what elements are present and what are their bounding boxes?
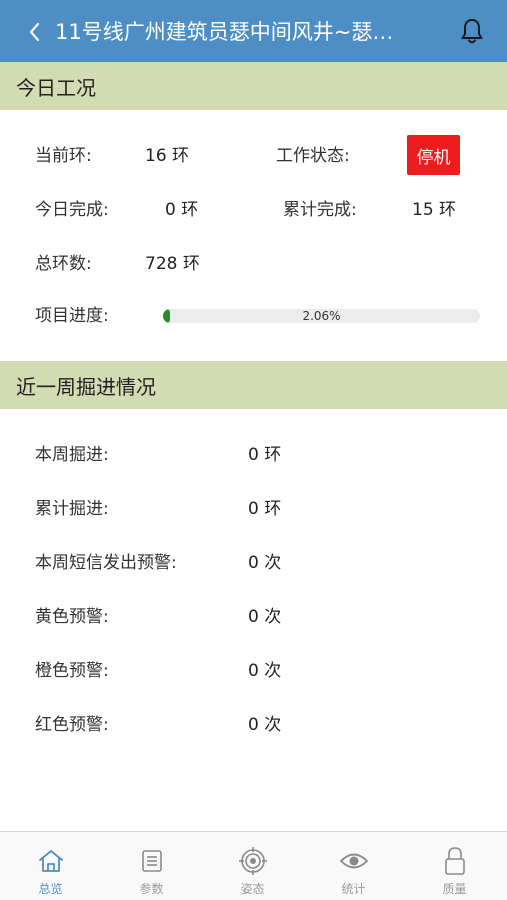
week-row-value: 0 次 bbox=[248, 661, 282, 681]
today-section-header: 今日工况 bbox=[0, 62, 507, 110]
today-done-label: 今日完成: bbox=[35, 200, 109, 220]
tab-label: 总览 bbox=[38, 882, 63, 896]
chevron-left-icon bbox=[29, 22, 40, 42]
notification-button[interactable] bbox=[456, 13, 488, 49]
current-ring-label: 当前环: bbox=[35, 146, 92, 166]
week-row-value: 0 次 bbox=[248, 553, 282, 573]
week-row-value: 0 次 bbox=[248, 607, 282, 627]
back-button[interactable] bbox=[20, 14, 48, 50]
week-section-header: 近一周掘进情况 bbox=[0, 361, 507, 409]
week-row-label: 本周短信发出预警: bbox=[35, 553, 177, 573]
week-row-value: 0 次 bbox=[248, 715, 282, 735]
tab-label: 质量 bbox=[442, 882, 467, 896]
top-bar: 11号线广州建筑员瑟中间风井~瑟… bbox=[0, 0, 507, 62]
bell-icon bbox=[461, 19, 483, 44]
status-badge: 停机 bbox=[407, 135, 460, 175]
total-done-label: 累计完成: bbox=[283, 200, 357, 220]
current-ring-value: 16 环 bbox=[145, 146, 190, 166]
target-icon bbox=[238, 846, 268, 876]
total-done-value: 15 环 bbox=[412, 200, 457, 220]
week-row-label: 累计掘进: bbox=[35, 499, 109, 519]
progress-label: 项目进度: bbox=[35, 306, 109, 326]
list-icon bbox=[137, 846, 167, 876]
page-title: 11号线广州建筑员瑟中间风井~瑟… bbox=[55, 20, 394, 44]
week-row-label: 橙色预警: bbox=[35, 661, 109, 681]
home-icon bbox=[36, 846, 66, 876]
week-row-label: 黄色预警: bbox=[35, 607, 109, 627]
total-rings-label: 总环数: bbox=[35, 254, 92, 274]
work-status-label: 工作状态: bbox=[276, 146, 350, 166]
tab-label: 参数 bbox=[139, 882, 164, 896]
tab-quality[interactable]: 质量 bbox=[404, 832, 505, 900]
tab-overview[interactable]: 总览 bbox=[0, 832, 101, 900]
tab-label: 姿态 bbox=[240, 882, 265, 896]
eye-icon bbox=[339, 846, 369, 876]
tab-params[interactable]: 参数 bbox=[101, 832, 202, 900]
lock-icon bbox=[440, 846, 470, 876]
week-row-label: 本周掘进: bbox=[35, 445, 109, 465]
tab-attitude[interactable]: 姿态 bbox=[202, 832, 303, 900]
total-rings-value: 728 环 bbox=[145, 254, 200, 274]
today-done-value: 0 环 bbox=[165, 200, 199, 220]
week-row-label: 红色预警: bbox=[35, 715, 109, 735]
week-row-value: 0 环 bbox=[248, 445, 282, 465]
week-row-value: 0 环 bbox=[248, 499, 282, 519]
tab-label: 统计 bbox=[341, 882, 366, 896]
tab-stats[interactable]: 统计 bbox=[303, 832, 404, 900]
bottom-tab-bar: 总览 参数 姿态 统计 质量 bbox=[0, 831, 507, 900]
progress-percent: 2.06% bbox=[302, 309, 341, 323]
